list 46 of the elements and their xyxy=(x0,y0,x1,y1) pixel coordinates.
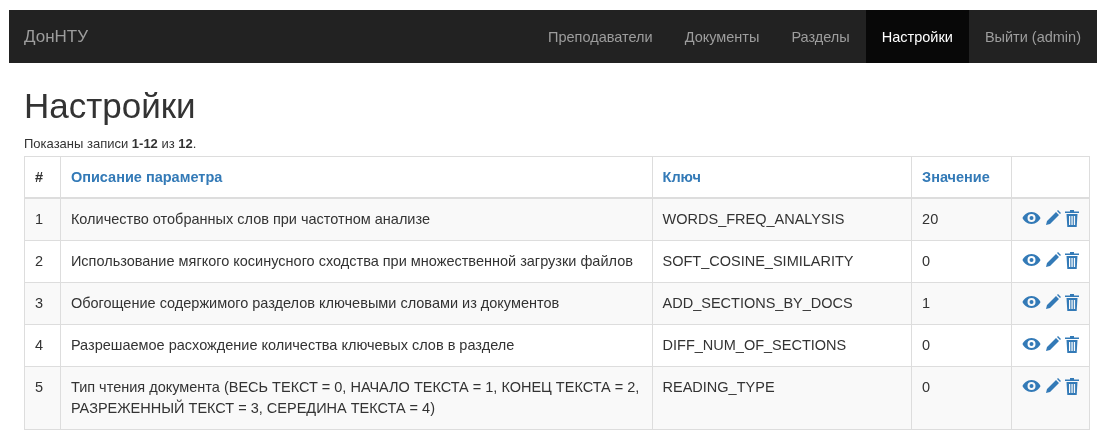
table-cell: 20 xyxy=(922,210,939,227)
table-cell: 4 xyxy=(35,336,44,353)
table-cell: READING_TYPE xyxy=(662,378,775,395)
table-cell: DIFF_NUM_OF_SECTIONS xyxy=(662,336,847,353)
delete-icon[interactable] xyxy=(1064,293,1079,311)
table-cell: Тип чтения документа (ВЕСЬ ТЕКСТ = 0, НАЧАЛО ТЕКСТА = 1, КОНЕЦ ТЕКСТА = 2, РАЗРЕЖЕННЫЙ ТЕКСТ = 3, СЕРЕДИНА ТЕКСТА = 4) xyxy=(70,378,640,416)
table-cell: Обогощение содержимого разделов ключевыми словами из документов xyxy=(70,294,560,311)
view-icon[interactable] xyxy=(1021,253,1041,267)
view-icon[interactable] xyxy=(1021,211,1041,225)
page-title: Настройки xyxy=(24,87,197,126)
view-icon[interactable] xyxy=(1021,295,1041,309)
view-icon[interactable] xyxy=(1021,337,1041,351)
nav-link[interactable]: Настройки xyxy=(865,10,969,63)
edit-icon[interactable] xyxy=(1044,336,1061,352)
table-cell: Разрешаемое расхождение количества ключевых слов в разделе xyxy=(70,336,515,353)
table-cell: 0 xyxy=(922,378,931,395)
delete-icon[interactable] xyxy=(1064,251,1079,269)
edit-icon[interactable] xyxy=(1044,294,1061,310)
table-cell: Использование мягкого косинусного сходства при множественной загрузки файлов xyxy=(70,252,633,269)
delete-icon[interactable] xyxy=(1064,335,1079,353)
table-cell: Количество отобранных слов при частотном анализе xyxy=(70,210,431,227)
delete-icon[interactable] xyxy=(1064,209,1079,227)
table-cell: 1 xyxy=(922,294,931,311)
records-summary: Показаны записи 1-12 из 12. xyxy=(24,135,198,151)
edit-icon[interactable] xyxy=(1044,210,1061,226)
column-header: # xyxy=(35,168,44,185)
nav-link[interactable]: Преподаватели xyxy=(532,10,669,63)
table-cell: SOFT_COSINE_SIMILARITY xyxy=(662,252,854,269)
view-icon[interactable] xyxy=(1021,379,1041,393)
table-cell: 3 xyxy=(35,294,44,311)
table-cell: 5 xyxy=(35,378,44,395)
delete-icon[interactable] xyxy=(1064,377,1079,395)
table-cell: 0 xyxy=(922,336,931,353)
sort-link[interactable]: Ключ xyxy=(662,168,701,185)
nav-link[interactable]: Документы xyxy=(668,10,776,63)
edit-icon[interactable] xyxy=(1044,252,1061,268)
table-cell: 1 xyxy=(35,210,44,227)
table-cell: ADD_SECTIONS_BY_DOCS xyxy=(662,294,853,311)
table-cell: WORDS_FREQ_ANALYSIS xyxy=(662,210,845,227)
nav-link[interactable]: Выйти (admin) xyxy=(968,10,1097,63)
edit-icon[interactable] xyxy=(1044,378,1061,394)
nav-link[interactable]: Разделы xyxy=(775,10,866,63)
brand-link[interactable]: ДонНТУ xyxy=(9,10,88,63)
table-cell: 0 xyxy=(922,252,931,269)
table-cell: 2 xyxy=(35,252,44,269)
sort-link[interactable]: Описание параметра xyxy=(70,168,223,185)
